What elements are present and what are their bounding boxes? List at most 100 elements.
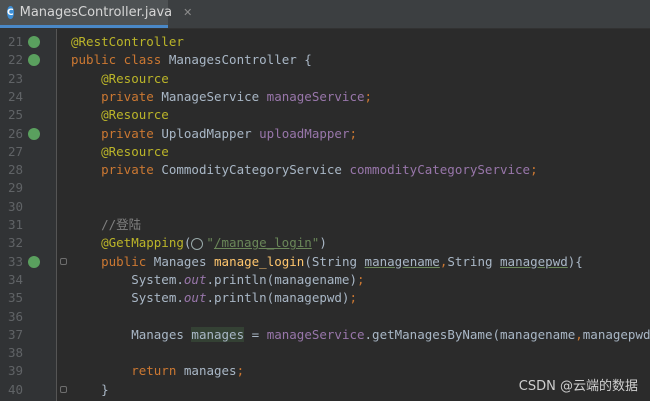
- spring-bean-icon[interactable]: [28, 127, 40, 140]
- code-token: manages: [191, 326, 245, 342]
- code-text: System.out.println(managepwd);: [71, 289, 357, 307]
- code-token: (String: [304, 253, 365, 269]
- code-token: UploadMapper: [161, 125, 260, 141]
- code-text: @Resource: [71, 106, 169, 124]
- code-line[interactable]: 29: [0, 179, 650, 197]
- code-line[interactable]: 33 public Manages manage_login(String ma…: [0, 253, 650, 271]
- code-token: ;: [530, 162, 538, 178]
- code-token: return: [71, 363, 184, 379]
- spring-bean-icon[interactable]: [28, 36, 40, 48]
- watermark: CSDN @云端的数据: [518, 379, 638, 394]
- code-line[interactable]: 35 System.out.println(managepwd);: [0, 289, 650, 307]
- code-token: .getManagesByName(managename: [364, 326, 576, 342]
- line-number: 34: [7, 271, 23, 287]
- code-line[interactable]: 26 private UploadMapper uploadMapper;: [0, 125, 650, 143]
- code-line[interactable]: 31 //登陆: [0, 216, 650, 234]
- line-number: 22: [7, 52, 23, 68]
- line-number: 28: [7, 162, 23, 178]
- line-number: 27: [7, 143, 23, 159]
- code-editor[interactable]: 21 @RestController 22 public class ManagesC…: [0, 29, 650, 401]
- code-line[interactable]: 27 @Resource: [0, 143, 650, 161]
- line-number: 23: [7, 70, 23, 86]
- code-line[interactable]: 23 @Resource: [0, 70, 650, 88]
- globe-icon[interactable]: [191, 237, 204, 250]
- code-token: @Resource: [71, 70, 169, 86]
- code-line[interactable]: 38: [0, 344, 650, 362]
- code-token: ;: [349, 125, 357, 141]
- code-text: return manages;: [71, 362, 244, 380]
- code-token: .println(managename): [206, 271, 357, 287]
- code-line[interactable]: 24 private ManageService manageService;: [0, 88, 650, 106]
- code-token: managepwd): [582, 326, 650, 342]
- tab-managescontroller[interactable]: C ManagesController.java ✕: [0, 0, 192, 28]
- line-number: 36: [7, 308, 23, 324]
- editor-tab-bar: C ManagesController.java ✕: [0, 0, 650, 29]
- code-token: uploadMapper: [259, 125, 350, 141]
- code-line[interactable]: 34 System.out.println(managename);: [0, 271, 650, 289]
- code-text: private CommodityCategoryService commodi…: [71, 161, 538, 179]
- code-token: ){: [567, 253, 583, 269]
- code-token: private: [71, 162, 162, 178]
- code-token: @RestController: [71, 34, 184, 49]
- code-line[interactable]: 36: [0, 308, 650, 326]
- code-token: managepwd: [500, 253, 568, 269]
- code-token: Manages: [153, 253, 215, 269]
- code-token: manages: [183, 363, 237, 379]
- code-token: ;: [364, 88, 373, 104]
- code-token: commodityCategoryService: [349, 162, 531, 178]
- fold-icon[interactable]: [60, 257, 67, 265]
- code-token: public class: [71, 52, 169, 68]
- line-number: 37: [7, 326, 23, 342]
- code-token: private: [71, 125, 162, 141]
- code-text: }: [71, 381, 109, 399]
- code-token: @Resource: [71, 107, 169, 123]
- code-token: ,: [575, 326, 583, 342]
- code-token: ;: [236, 363, 245, 379]
- code-line[interactable]: 28 private CommodityCategoryService comm…: [0, 161, 650, 179]
- code-token: out: [183, 271, 207, 287]
- code-token: manageService: [266, 88, 365, 104]
- line-number: 31: [7, 217, 23, 232]
- line-number: 24: [7, 88, 23, 104]
- code-token: out: [183, 290, 207, 306]
- tab-title: ManagesController.java: [19, 5, 173, 20]
- code-text: @Resource: [71, 143, 169, 161]
- code-token: ": [206, 235, 214, 251]
- code-token: ;: [349, 290, 357, 306]
- code-text: Manages manages = manageService.getManag…: [71, 326, 650, 344]
- code-line[interactable]: 22 public class ManagesController {: [0, 51, 650, 69]
- code-line[interactable]: 32 @GetMapping("/manage_login"): [0, 234, 650, 252]
- code-token: Manages: [71, 326, 192, 342]
- code-token: ): [319, 235, 327, 251]
- code-token: manage_login: [214, 253, 305, 269]
- fold-icon[interactable]: [60, 385, 67, 393]
- code-token: /manage_login: [213, 235, 312, 251]
- code-token: //登陆: [71, 217, 142, 232]
- code-line[interactable]: 30: [0, 198, 650, 216]
- code-token: ManagesController {: [168, 52, 312, 68]
- close-icon[interactable]: ✕: [183, 6, 192, 19]
- line-number: 29: [7, 180, 23, 196]
- code-token: System.: [71, 271, 184, 287]
- code-text: private UploadMapper uploadMapper;: [71, 125, 357, 143]
- code-token: @GetMapping: [71, 235, 184, 251]
- code-token: public: [71, 253, 154, 269]
- code-token: =: [244, 326, 267, 342]
- code-token: manageService: [266, 326, 365, 342]
- line-number: 40: [7, 381, 23, 397]
- code-text: @GetMapping("/manage_login"): [71, 234, 327, 252]
- code-line[interactable]: 37 Manages manages = manageService.getMa…: [0, 326, 650, 344]
- spring-bean-icon[interactable]: [28, 54, 40, 67]
- code-line[interactable]: 25 @Resource: [0, 106, 650, 124]
- code-text: public class ManagesController {: [71, 51, 312, 69]
- code-token: (: [183, 235, 192, 251]
- code-token: String: [447, 253, 501, 269]
- code-text: //登陆: [71, 216, 141, 234]
- code-token: System.: [71, 290, 184, 306]
- code-text: @Resource: [71, 70, 169, 88]
- code-token: @Resource: [71, 143, 169, 159]
- line-number: 30: [7, 198, 23, 214]
- code-line[interactable]: 21 @RestController: [0, 33, 650, 51]
- java-class-icon: C: [7, 6, 14, 19]
- spring-bean-icon[interactable]: [28, 255, 40, 268]
